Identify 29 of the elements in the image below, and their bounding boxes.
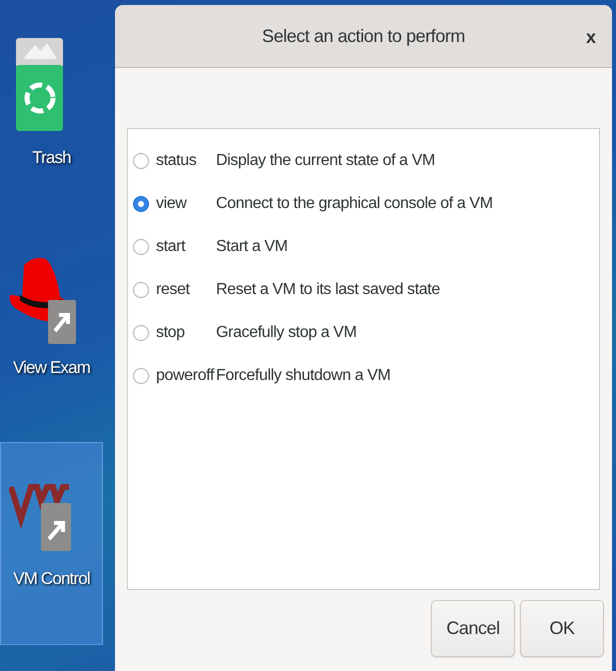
action-description: Reset a VM to its last saved state — [216, 280, 440, 300]
radio-button[interactable] — [133, 282, 149, 298]
window-title: Select an action to perform — [262, 24, 465, 48]
action-name: stop — [155, 322, 186, 342]
action-name: status — [155, 150, 198, 170]
action-name: view — [155, 194, 188, 214]
action-description: Gracefully stop a VM — [216, 322, 357, 342]
radio-button[interactable] — [133, 324, 149, 340]
action-name: start — [155, 236, 186, 256]
action-name: poweroff — [155, 366, 216, 386]
desktop-icon[interactable]: View Exam — [0, 255, 103, 405]
desktop-icon[interactable]: Trash — [0, 35, 103, 185]
action-description: Start a VM — [216, 236, 288, 256]
icon-label: View Exam — [12, 357, 92, 379]
close-button[interactable]: x — [582, 24, 600, 51]
radio-button[interactable] — [133, 238, 149, 254]
action-description: Connect to the graphical console of a VM — [216, 194, 493, 214]
dialog-button[interactable]: OK — [520, 600, 604, 657]
desktop-icon[interactable]: VM Control — [0, 442, 103, 645]
icon-label: Trash — [31, 147, 72, 169]
trash-icon — [15, 35, 65, 131]
action-description: Display the current state of a VM — [216, 150, 435, 170]
action-description: Forcefully shutdown a VM — [216, 366, 390, 386]
radio-button[interactable] — [133, 196, 149, 212]
radio-button[interactable] — [133, 152, 149, 168]
dialog-button[interactable]: Cancel — [431, 600, 515, 657]
icon-label: VM Control — [12, 568, 91, 590]
radio-button[interactable] — [133, 368, 149, 384]
action-name: reset — [155, 280, 191, 300]
